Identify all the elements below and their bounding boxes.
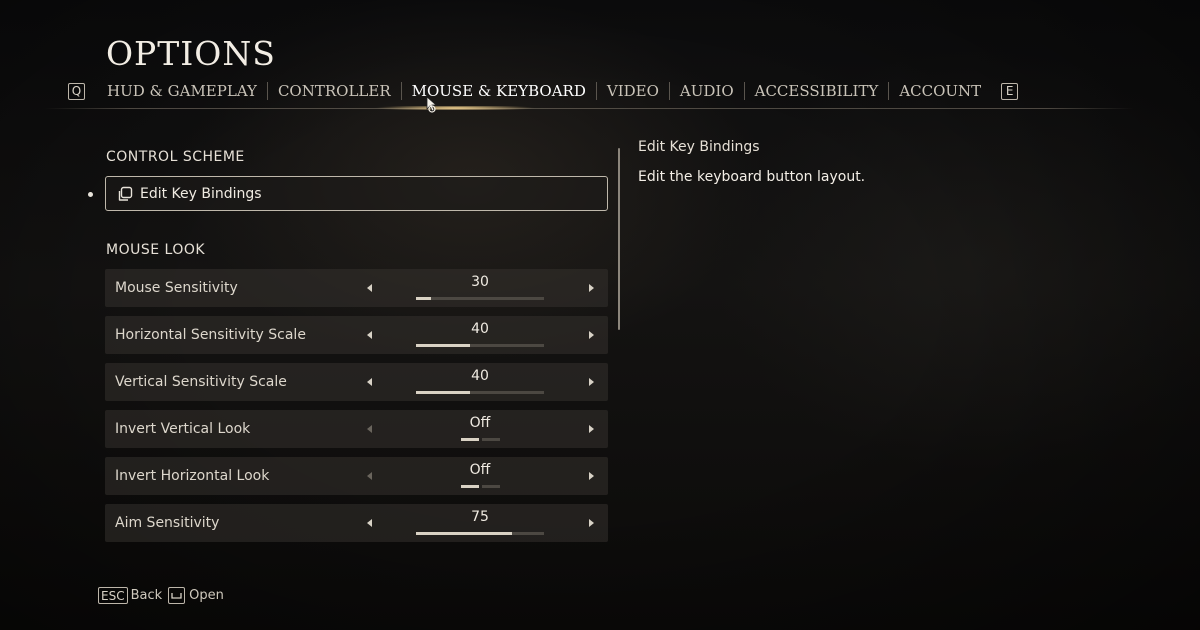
tab-controller[interactable]: CONTROLLER: [268, 81, 401, 101]
slider-track[interactable]: [416, 391, 544, 394]
setting-value: Off: [469, 415, 491, 431]
setting-label: Invert Horizontal Look: [115, 468, 270, 484]
open-button[interactable]: Open: [189, 588, 224, 603]
setting-value: 75: [471, 509, 489, 525]
edit-key-bindings-button[interactable]: Edit Key Bindings: [105, 176, 608, 211]
space-bar-icon: [168, 587, 186, 604]
active-tab-indicator: [375, 106, 535, 110]
increase-arrow-icon[interactable]: [585, 281, 597, 295]
copy-icon: [118, 186, 133, 201]
mouse-look-heading: MOUSE LOOK: [106, 242, 206, 258]
edit-key-bindings-label: Edit Key Bindings: [140, 185, 262, 202]
increase-arrow-icon[interactable]: [585, 422, 597, 436]
control-scheme-heading: CONTROL SCHEME: [106, 149, 245, 165]
tab-account[interactable]: ACCOUNT: [889, 81, 991, 101]
description-text: Edit the keyboard button layout.: [638, 169, 866, 185]
setting-label: Invert Vertical Look: [115, 421, 251, 437]
decrease-arrow-icon[interactable]: [364, 375, 376, 389]
slider-fill: [416, 297, 432, 300]
slider-track[interactable]: [416, 297, 544, 300]
tab-video[interactable]: VIDEO: [597, 81, 669, 101]
increase-arrow-icon[interactable]: [585, 469, 597, 483]
next-tab-key-hint[interactable]: E: [1001, 82, 1019, 100]
toggle-segment: [460, 438, 479, 441]
increase-arrow-icon[interactable]: [585, 516, 597, 530]
toggle-segment: [481, 438, 500, 441]
setting-label: Aim Sensitivity: [115, 515, 220, 531]
slider-fill: [416, 391, 470, 394]
mouse-cursor-icon: [426, 96, 438, 113]
slider-fill: [416, 344, 470, 347]
escape-key-hint: ESC: [98, 587, 128, 604]
setting-row-invert-vertical-look[interactable]: Invert Vertical Look Off: [105, 410, 608, 448]
tab-underline: [44, 108, 1134, 109]
selection-indicator: [88, 192, 93, 197]
tab-hud-gameplay[interactable]: HUD & GAMEPLAY: [97, 81, 267, 101]
scrollbar[interactable]: [618, 148, 620, 330]
page-title: OPTIONS: [106, 34, 276, 73]
setting-value: Off: [469, 462, 491, 478]
increase-arrow-icon[interactable]: [585, 328, 597, 342]
setting-row-vertical-sensitivity-scale[interactable]: Vertical Sensitivity Scale 40: [105, 363, 608, 401]
slider-track[interactable]: [416, 344, 544, 347]
decrease-arrow-icon[interactable]: [364, 469, 376, 483]
setting-label: Mouse Sensitivity: [115, 280, 238, 296]
slider-track[interactable]: [416, 532, 544, 535]
decrease-arrow-icon[interactable]: [364, 328, 376, 342]
tab-accessibility[interactable]: ACCESSIBILITY: [745, 81, 889, 101]
toggle-segment: [481, 485, 500, 488]
setting-row-invert-horizontal-look[interactable]: Invert Horizontal Look Off: [105, 457, 608, 495]
decrease-arrow-icon[interactable]: [364, 516, 376, 530]
setting-value: 30: [471, 274, 489, 290]
prev-tab-key-hint[interactable]: Q: [68, 82, 85, 100]
tab-bar: Q HUD & GAMEPLAY CONTROLLER MOUSE & KEYB…: [68, 80, 1019, 102]
description-title: Edit Key Bindings: [638, 139, 760, 155]
slider-fill: [416, 532, 512, 535]
footer-hints: ESC Back Open: [98, 587, 224, 604]
tab-audio[interactable]: AUDIO: [670, 81, 744, 101]
setting-label: Horizontal Sensitivity Scale: [115, 327, 306, 343]
setting-row-horizontal-sensitivity-scale[interactable]: Horizontal Sensitivity Scale 40: [105, 316, 608, 354]
increase-arrow-icon[interactable]: [585, 375, 597, 389]
back-button[interactable]: Back: [131, 588, 163, 603]
setting-row-mouse-sensitivity[interactable]: Mouse Sensitivity 30: [105, 269, 608, 307]
decrease-arrow-icon[interactable]: [364, 281, 376, 295]
setting-row-aim-sensitivity[interactable]: Aim Sensitivity 75: [105, 504, 608, 542]
setting-value: 40: [471, 368, 489, 384]
setting-value: 40: [471, 321, 489, 337]
setting-label: Vertical Sensitivity Scale: [115, 374, 287, 390]
decrease-arrow-icon[interactable]: [364, 422, 376, 436]
toggle-segment: [460, 485, 479, 488]
